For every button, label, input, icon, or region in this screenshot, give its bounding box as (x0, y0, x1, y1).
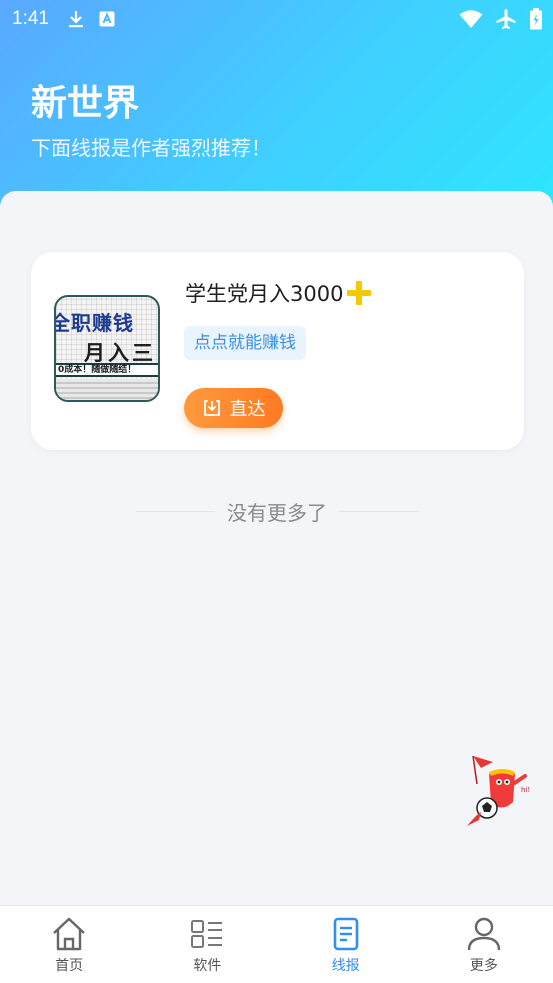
item-title-text: 学生党月入3000 (185, 282, 344, 306)
tab-software-label: 软件 (193, 958, 222, 974)
status-time: 1:41 (12, 8, 49, 29)
bottom-tabbar: 首页 软件 线报 更多 (0, 905, 553, 983)
download-box-icon (203, 400, 220, 416)
battery-icon (530, 8, 542, 30)
direct-button[interactable]: 直达 (184, 388, 283, 428)
plus-icon (347, 281, 372, 305)
list-item[interactable]: 全职赚钱 月入三 0成本！随做随结！ 学生党月入3000 点点就能赚钱 直达 (31, 252, 524, 450)
svg-text:hi!: hi! (521, 786, 530, 794)
thumbnail-line1: 全职赚钱 (54, 311, 134, 335)
list-icon (191, 920, 223, 948)
thumbnail-base (56, 379, 158, 400)
tab-tips[interactable]: 线报 (277, 906, 415, 983)
tab-home-label: 首页 (55, 958, 84, 974)
thumbnail-line3: 0成本！随做随结！ (56, 363, 158, 377)
end-of-list-text: 没有更多了 (227, 501, 327, 525)
tab-tips-label: 线报 (331, 958, 360, 974)
page-title: 新世界 (31, 83, 140, 124)
app-thumbnail[interactable]: 全职赚钱 月入三 0成本！随做随结！ (54, 295, 160, 402)
user-icon (467, 917, 501, 951)
font-app-icon (99, 11, 115, 27)
tab-more[interactable]: 更多 (415, 906, 553, 983)
divider-right (339, 511, 418, 512)
item-title[interactable]: 学生党月入3000 (185, 278, 373, 308)
tab-software[interactable]: 软件 (138, 906, 276, 983)
tab-more-label: 更多 (469, 958, 498, 974)
soccer-mascot-icon[interactable]: hi! (463, 754, 541, 830)
end-of-list: 没有更多了 (136, 497, 418, 526)
direct-button-label: 直达 (229, 399, 266, 420)
airplane-icon (496, 9, 516, 29)
download-icon (68, 11, 83, 28)
tab-home[interactable]: 首页 (0, 906, 138, 983)
wifi-icon (459, 10, 483, 28)
home-icon (53, 917, 85, 951)
status-bar: 1:41 (0, 0, 553, 38)
divider-left (136, 511, 215, 512)
page-subtitle: 下面线报是作者强烈推荐！ (31, 136, 271, 160)
document-icon (333, 917, 358, 951)
item-tag: 点点就能赚钱 (184, 326, 306, 360)
